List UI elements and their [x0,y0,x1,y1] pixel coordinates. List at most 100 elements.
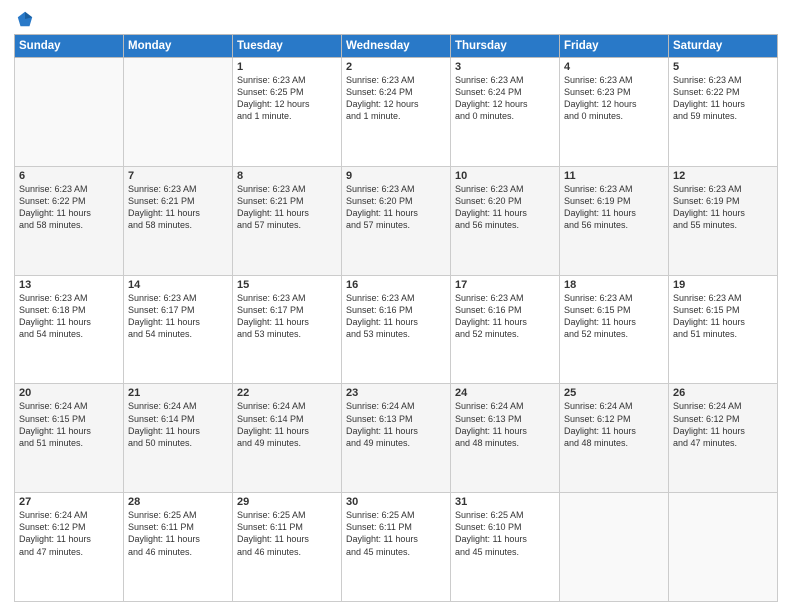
day-info: Sunrise: 6:23 AM Sunset: 6:15 PM Dayligh… [673,292,773,341]
weekday-header-friday: Friday [560,35,669,58]
weekday-header-sunday: Sunday [15,35,124,58]
calendar-cell [124,58,233,167]
calendar-cell: 6Sunrise: 6:23 AM Sunset: 6:22 PM Daylig… [15,166,124,275]
day-number: 5 [673,61,773,73]
calendar-cell: 18Sunrise: 6:23 AM Sunset: 6:15 PM Dayli… [560,275,669,384]
day-info: Sunrise: 6:25 AM Sunset: 6:11 PM Dayligh… [237,509,337,558]
day-number: 26 [673,387,773,399]
day-info: Sunrise: 6:23 AM Sunset: 6:17 PM Dayligh… [128,292,228,341]
calendar-cell: 16Sunrise: 6:23 AM Sunset: 6:16 PM Dayli… [342,275,451,384]
calendar-cell: 25Sunrise: 6:24 AM Sunset: 6:12 PM Dayli… [560,384,669,493]
day-number: 16 [346,279,446,291]
page: SundayMondayTuesdayWednesdayThursdayFrid… [0,0,792,612]
day-info: Sunrise: 6:23 AM Sunset: 6:21 PM Dayligh… [237,183,337,232]
calendar-cell: 30Sunrise: 6:25 AM Sunset: 6:11 PM Dayli… [342,493,451,602]
day-info: Sunrise: 6:23 AM Sunset: 6:20 PM Dayligh… [455,183,555,232]
header [14,10,778,28]
day-info: Sunrise: 6:24 AM Sunset: 6:13 PM Dayligh… [346,400,446,449]
calendar-cell: 13Sunrise: 6:23 AM Sunset: 6:18 PM Dayli… [15,275,124,384]
calendar-cell: 24Sunrise: 6:24 AM Sunset: 6:13 PM Dayli… [451,384,560,493]
logo [14,10,34,28]
calendar-cell [15,58,124,167]
day-info: Sunrise: 6:23 AM Sunset: 6:17 PM Dayligh… [237,292,337,341]
calendar-cell: 28Sunrise: 6:25 AM Sunset: 6:11 PM Dayli… [124,493,233,602]
calendar-cell: 19Sunrise: 6:23 AM Sunset: 6:15 PM Dayli… [669,275,778,384]
day-number: 27 [19,496,119,508]
day-info: Sunrise: 6:24 AM Sunset: 6:14 PM Dayligh… [128,400,228,449]
calendar-cell: 26Sunrise: 6:24 AM Sunset: 6:12 PM Dayli… [669,384,778,493]
day-info: Sunrise: 6:23 AM Sunset: 6:25 PM Dayligh… [237,74,337,123]
calendar-cell: 5Sunrise: 6:23 AM Sunset: 6:22 PM Daylig… [669,58,778,167]
day-number: 18 [564,279,664,291]
day-info: Sunrise: 6:23 AM Sunset: 6:22 PM Dayligh… [673,74,773,123]
calendar-cell: 7Sunrise: 6:23 AM Sunset: 6:21 PM Daylig… [124,166,233,275]
calendar-cell: 17Sunrise: 6:23 AM Sunset: 6:16 PM Dayli… [451,275,560,384]
calendar-week-4: 20Sunrise: 6:24 AM Sunset: 6:15 PM Dayli… [15,384,778,493]
day-number: 31 [455,496,555,508]
calendar: SundayMondayTuesdayWednesdayThursdayFrid… [14,34,778,602]
day-info: Sunrise: 6:23 AM Sunset: 6:19 PM Dayligh… [673,183,773,232]
day-info: Sunrise: 6:23 AM Sunset: 6:18 PM Dayligh… [19,292,119,341]
calendar-cell [560,493,669,602]
calendar-cell: 15Sunrise: 6:23 AM Sunset: 6:17 PM Dayli… [233,275,342,384]
calendar-week-5: 27Sunrise: 6:24 AM Sunset: 6:12 PM Dayli… [15,493,778,602]
day-number: 10 [455,170,555,182]
day-number: 14 [128,279,228,291]
day-number: 1 [237,61,337,73]
calendar-cell: 10Sunrise: 6:23 AM Sunset: 6:20 PM Dayli… [451,166,560,275]
day-info: Sunrise: 6:23 AM Sunset: 6:24 PM Dayligh… [346,74,446,123]
day-number: 15 [237,279,337,291]
calendar-cell: 3Sunrise: 6:23 AM Sunset: 6:24 PM Daylig… [451,58,560,167]
day-info: Sunrise: 6:23 AM Sunset: 6:21 PM Dayligh… [128,183,228,232]
calendar-header-row: SundayMondayTuesdayWednesdayThursdayFrid… [15,35,778,58]
day-number: 19 [673,279,773,291]
day-info: Sunrise: 6:23 AM Sunset: 6:24 PM Dayligh… [455,74,555,123]
day-info: Sunrise: 6:24 AM Sunset: 6:14 PM Dayligh… [237,400,337,449]
calendar-cell: 4Sunrise: 6:23 AM Sunset: 6:23 PM Daylig… [560,58,669,167]
calendar-cell: 23Sunrise: 6:24 AM Sunset: 6:13 PM Dayli… [342,384,451,493]
day-info: Sunrise: 6:23 AM Sunset: 6:16 PM Dayligh… [346,292,446,341]
day-number: 3 [455,61,555,73]
calendar-cell: 31Sunrise: 6:25 AM Sunset: 6:10 PM Dayli… [451,493,560,602]
day-info: Sunrise: 6:24 AM Sunset: 6:12 PM Dayligh… [19,509,119,558]
calendar-cell: 14Sunrise: 6:23 AM Sunset: 6:17 PM Dayli… [124,275,233,384]
day-info: Sunrise: 6:25 AM Sunset: 6:10 PM Dayligh… [455,509,555,558]
day-info: Sunrise: 6:23 AM Sunset: 6:15 PM Dayligh… [564,292,664,341]
day-number: 20 [19,387,119,399]
calendar-cell [669,493,778,602]
weekday-header-monday: Monday [124,35,233,58]
day-number: 7 [128,170,228,182]
day-info: Sunrise: 6:23 AM Sunset: 6:19 PM Dayligh… [564,183,664,232]
calendar-cell: 1Sunrise: 6:23 AM Sunset: 6:25 PM Daylig… [233,58,342,167]
day-number: 6 [19,170,119,182]
calendar-cell: 22Sunrise: 6:24 AM Sunset: 6:14 PM Dayli… [233,384,342,493]
calendar-cell: 8Sunrise: 6:23 AM Sunset: 6:21 PM Daylig… [233,166,342,275]
day-info: Sunrise: 6:24 AM Sunset: 6:12 PM Dayligh… [564,400,664,449]
logo-icon [16,10,34,28]
day-number: 8 [237,170,337,182]
day-info: Sunrise: 6:24 AM Sunset: 6:13 PM Dayligh… [455,400,555,449]
day-info: Sunrise: 6:25 AM Sunset: 6:11 PM Dayligh… [128,509,228,558]
day-info: Sunrise: 6:24 AM Sunset: 6:12 PM Dayligh… [673,400,773,449]
day-number: 9 [346,170,446,182]
day-number: 12 [673,170,773,182]
day-info: Sunrise: 6:23 AM Sunset: 6:16 PM Dayligh… [455,292,555,341]
day-number: 22 [237,387,337,399]
day-info: Sunrise: 6:23 AM Sunset: 6:20 PM Dayligh… [346,183,446,232]
weekday-header-saturday: Saturday [669,35,778,58]
day-number: 23 [346,387,446,399]
day-info: Sunrise: 6:23 AM Sunset: 6:22 PM Dayligh… [19,183,119,232]
calendar-cell: 12Sunrise: 6:23 AM Sunset: 6:19 PM Dayli… [669,166,778,275]
calendar-week-2: 6Sunrise: 6:23 AM Sunset: 6:22 PM Daylig… [15,166,778,275]
calendar-cell: 21Sunrise: 6:24 AM Sunset: 6:14 PM Dayli… [124,384,233,493]
day-number: 17 [455,279,555,291]
weekday-header-thursday: Thursday [451,35,560,58]
day-number: 28 [128,496,228,508]
weekday-header-wednesday: Wednesday [342,35,451,58]
weekday-header-tuesday: Tuesday [233,35,342,58]
day-number: 24 [455,387,555,399]
calendar-cell: 27Sunrise: 6:24 AM Sunset: 6:12 PM Dayli… [15,493,124,602]
day-info: Sunrise: 6:25 AM Sunset: 6:11 PM Dayligh… [346,509,446,558]
day-number: 30 [346,496,446,508]
day-info: Sunrise: 6:24 AM Sunset: 6:15 PM Dayligh… [19,400,119,449]
